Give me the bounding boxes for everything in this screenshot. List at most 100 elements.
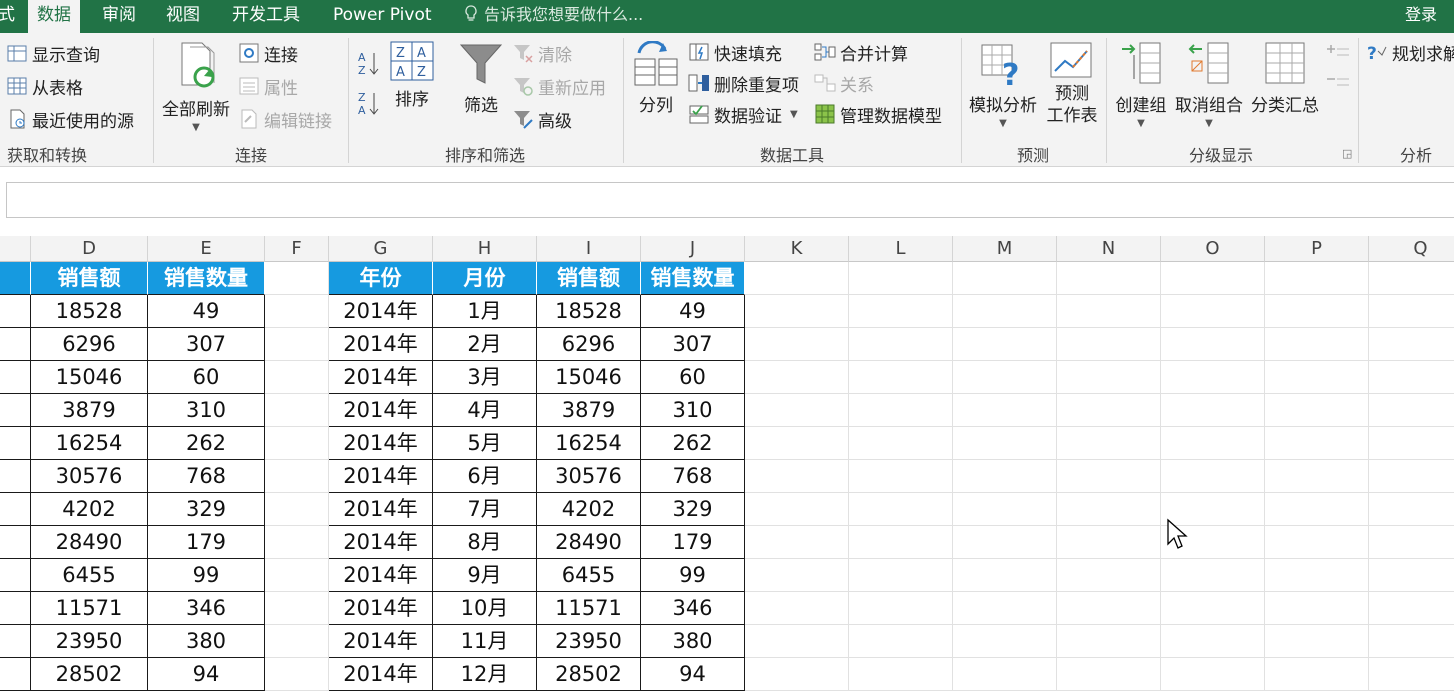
grid-cell[interactable]: [849, 361, 953, 394]
tab-review[interactable]: 审阅: [102, 0, 136, 33]
table-cell[interactable]: 6296: [31, 328, 148, 361]
grid-cell[interactable]: [745, 625, 849, 658]
grid-cell[interactable]: [953, 625, 1057, 658]
column-header-o[interactable]: O: [1161, 236, 1265, 262]
table-cell[interactable]: 310: [641, 394, 745, 427]
grid-cell[interactable]: [265, 592, 329, 625]
grid-cell[interactable]: [745, 559, 849, 592]
column-header-e[interactable]: E: [148, 236, 265, 262]
grid-cell[interactable]: [1161, 592, 1265, 625]
grid-cell[interactable]: [1369, 328, 1454, 361]
filter-button[interactable]: 筛选: [457, 41, 505, 116]
table-cell[interactable]: 262: [641, 427, 745, 460]
grid-cell[interactable]: [1057, 328, 1161, 361]
table-cell[interactable]: 10月: [433, 592, 537, 625]
table-cell[interactable]: 11月: [433, 625, 537, 658]
table-cell[interactable]: 346: [148, 592, 265, 625]
subtotal-button[interactable]: 分类汇总: [1248, 41, 1322, 116]
table-cell[interactable]: 2014年: [329, 658, 433, 691]
table-cell[interactable]: [0, 592, 31, 625]
grid-cell[interactable]: [265, 295, 329, 328]
grid-cell[interactable]: [1369, 460, 1454, 493]
grid-cell[interactable]: [1265, 658, 1369, 691]
grid-cell[interactable]: [1161, 658, 1265, 691]
column-header-n[interactable]: N: [1057, 236, 1161, 262]
what-if-analysis-button[interactable]: ? 模拟分析 ▼: [966, 41, 1040, 129]
grid-cell[interactable]: [849, 394, 953, 427]
table-cell[interactable]: 6455: [537, 559, 641, 592]
table-cell[interactable]: [0, 394, 31, 427]
table-cell[interactable]: 307: [641, 328, 745, 361]
table-cell[interactable]: 28502: [537, 658, 641, 691]
grid-cell[interactable]: [1369, 295, 1454, 328]
grid-cell[interactable]: [1057, 493, 1161, 526]
grid-cell[interactable]: [265, 625, 329, 658]
column-header-m[interactable]: M: [953, 236, 1057, 262]
text-to-columns-button[interactable]: 分列: [632, 41, 680, 116]
table-cell[interactable]: 3879: [537, 394, 641, 427]
grid-cell[interactable]: [745, 361, 849, 394]
table-cell[interactable]: 99: [641, 559, 745, 592]
flash-fill-button[interactable]: 快速填充: [688, 39, 782, 65]
table-cell[interactable]: 768: [148, 460, 265, 493]
table-cell[interactable]: 15046: [537, 361, 641, 394]
grid-cell[interactable]: [1265, 328, 1369, 361]
remove-duplicates-button[interactable]: 删除重复项: [688, 70, 799, 96]
grid-cell[interactable]: [265, 427, 329, 460]
table-header-cell[interactable]: [0, 262, 31, 295]
grid-cell[interactable]: [1161, 361, 1265, 394]
grid-cell[interactable]: [953, 394, 1057, 427]
table-cell[interactable]: 28502: [31, 658, 148, 691]
column-header-k[interactable]: K: [745, 236, 849, 262]
manage-data-model-button[interactable]: 管理数据模型: [814, 101, 942, 127]
table-cell[interactable]: 28490: [31, 526, 148, 559]
table-cell[interactable]: 94: [148, 658, 265, 691]
ungroup-button[interactable]: 取消组合 ▼: [1172, 41, 1246, 129]
grid-cell[interactable]: [1369, 592, 1454, 625]
grid-cell[interactable]: [953, 658, 1057, 691]
column-header-h[interactable]: H: [433, 236, 537, 262]
table-cell[interactable]: [0, 493, 31, 526]
grid-cell[interactable]: [265, 394, 329, 427]
table-cell[interactable]: [0, 361, 31, 394]
grid-cell[interactable]: [745, 460, 849, 493]
properties-button[interactable]: 属性: [238, 73, 298, 99]
column-header-i[interactable]: I: [537, 236, 641, 262]
grid-cell[interactable]: [849, 592, 953, 625]
tell-me-box[interactable]: 告诉我您想要做什么...: [464, 0, 643, 33]
grid-cell[interactable]: [1265, 526, 1369, 559]
grid-cell[interactable]: [1265, 262, 1369, 295]
table-cell[interactable]: [0, 658, 31, 691]
table-cell[interactable]: [0, 460, 31, 493]
table-cell[interactable]: [0, 625, 31, 658]
grid-cell[interactable]: [953, 559, 1057, 592]
tab-view[interactable]: 视图: [166, 0, 200, 33]
grid-cell[interactable]: [849, 328, 953, 361]
column-header-partial[interactable]: [0, 236, 31, 262]
grid-cell[interactable]: [849, 493, 953, 526]
table-header-cell[interactable]: 月份: [433, 262, 537, 295]
table-cell[interactable]: 2月: [433, 328, 537, 361]
grid-cell[interactable]: [1057, 394, 1161, 427]
sort-button[interactable]: ZAAZ 排序: [388, 41, 436, 110]
table-cell[interactable]: 60: [148, 361, 265, 394]
table-cell[interactable]: 2014年: [329, 394, 433, 427]
table-cell[interactable]: 6455: [31, 559, 148, 592]
grid-cell[interactable]: [953, 295, 1057, 328]
grid-cell[interactable]: [745, 493, 849, 526]
table-cell[interactable]: 8月: [433, 526, 537, 559]
table-cell[interactable]: 2014年: [329, 625, 433, 658]
table-cell[interactable]: 23950: [31, 625, 148, 658]
grid-cell[interactable]: [265, 493, 329, 526]
grid-cell[interactable]: [265, 559, 329, 592]
hide-detail-button[interactable]: [1325, 71, 1351, 97]
grid-cell[interactable]: [953, 262, 1057, 295]
grid-cell[interactable]: [1161, 427, 1265, 460]
table-cell[interactable]: [0, 559, 31, 592]
table-cell[interactable]: 1月: [433, 295, 537, 328]
table-cell[interactable]: 16254: [31, 427, 148, 460]
show-detail-button[interactable]: [1325, 41, 1351, 67]
grid-cell[interactable]: [1265, 559, 1369, 592]
formula-input[interactable]: [6, 182, 1454, 218]
grid-cell[interactable]: [265, 658, 329, 691]
